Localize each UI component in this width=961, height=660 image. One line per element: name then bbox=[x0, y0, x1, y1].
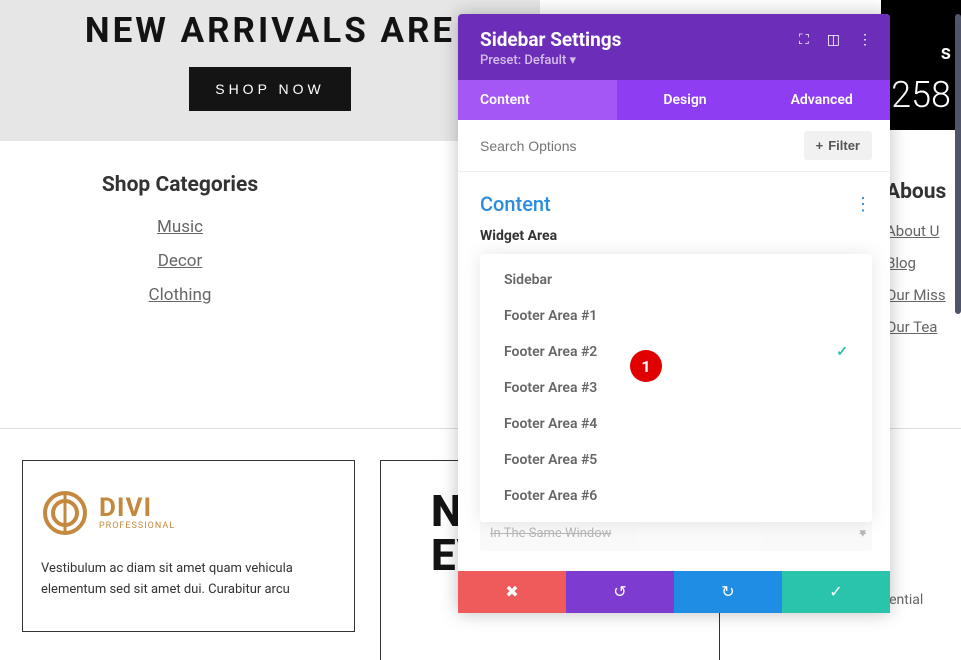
right-number: 258 bbox=[891, 74, 951, 116]
expand-icon[interactable]: ⛶ bbox=[799, 32, 809, 48]
footer-column-1: DIVI PROFESSIONAL Vestibulum ac diam sit… bbox=[22, 460, 355, 632]
right-s: s bbox=[941, 40, 951, 64]
about-link[interactable]: Our Miss bbox=[886, 286, 961, 304]
search-input[interactable] bbox=[480, 138, 804, 154]
tab-design[interactable]: Design bbox=[617, 80, 754, 120]
widget-area-dropdown: Sidebar Footer Area #1 Footer Area #2✓ F… bbox=[480, 254, 872, 522]
scrollbar[interactable] bbox=[955, 14, 961, 314]
shop-categories-title: Shop Categories bbox=[0, 173, 360, 197]
redo-icon: ↻ bbox=[721, 582, 734, 602]
dropdown-option[interactable]: Footer Area #4 bbox=[480, 406, 872, 442]
sidebar-settings-modal: Sidebar Settings Preset: Default ▾ ⛶ ◫ ⋮… bbox=[458, 14, 890, 613]
undo-icon: ↺ bbox=[613, 582, 626, 602]
shop-now-button[interactable]: SHOP NOW bbox=[189, 67, 351, 111]
dropdown-option[interactable]: Sidebar bbox=[480, 262, 872, 298]
redo-button[interactable]: ↻ bbox=[674, 571, 782, 613]
layout-icon[interactable]: ◫ bbox=[827, 32, 840, 48]
cancel-button[interactable]: ✖ bbox=[458, 571, 566, 613]
dropdown-option[interactable]: Footer Area #6 bbox=[480, 478, 872, 514]
logo-sub-text: PROFESSIONAL bbox=[99, 521, 175, 531]
category-link[interactable]: Decor bbox=[0, 251, 360, 271]
modal-title: Sidebar Settings bbox=[480, 28, 621, 51]
close-icon: ✖ bbox=[505, 582, 518, 602]
section-options-icon[interactable]: ⋮ bbox=[854, 194, 872, 215]
widget-area-label: Widget Area bbox=[480, 228, 872, 244]
category-link[interactable]: Clothing bbox=[0, 285, 360, 305]
tab-content[interactable]: Content bbox=[458, 80, 617, 120]
annotation-badge: 1 bbox=[630, 350, 662, 382]
shop-categories: Shop Categories Music Decor Clothing bbox=[0, 151, 360, 305]
check-icon: ✓ bbox=[829, 582, 842, 602]
dropdown-option[interactable]: Footer Area #5 bbox=[480, 442, 872, 478]
link-target-select[interactable]: In The Same Window ▾ bbox=[480, 518, 872, 551]
divi-logo: DIVI PROFESSIONAL bbox=[41, 489, 336, 537]
category-link[interactable]: Music bbox=[0, 217, 360, 237]
more-icon[interactable]: ⋮ bbox=[858, 32, 872, 48]
plus-icon: + bbox=[816, 138, 824, 153]
tab-advanced[interactable]: Advanced bbox=[753, 80, 890, 120]
save-button[interactable]: ✓ bbox=[782, 571, 890, 613]
section-title[interactable]: Content bbox=[480, 192, 551, 216]
logo-main-text: DIVI bbox=[99, 495, 175, 521]
dropdown-option[interactable]: Footer Area #1 bbox=[480, 298, 872, 334]
about-title: Abous bbox=[886, 180, 961, 204]
search-bar: +Filter bbox=[458, 120, 890, 172]
dropdown-option[interactable]: Footer Area #3 bbox=[480, 370, 872, 406]
undo-button[interactable]: ↺ bbox=[566, 571, 674, 613]
chevron-down-icon: ▾ bbox=[859, 526, 866, 541]
about-link[interactable]: Our Tea bbox=[886, 318, 961, 336]
dropdown-option[interactable]: Footer Area #2✓ bbox=[480, 334, 872, 370]
about-link[interactable]: About U bbox=[886, 222, 961, 240]
check-icon: ✓ bbox=[836, 344, 848, 360]
about-section: Abous About U Blog Our Miss Our Tea bbox=[886, 180, 961, 350]
modal-tabs: Content Design Advanced bbox=[458, 80, 890, 120]
about-link[interactable]: Blog bbox=[886, 254, 961, 272]
modal-footer: ✖ ↺ ↻ ✓ bbox=[458, 571, 890, 613]
divi-logo-icon bbox=[41, 489, 89, 537]
modal-body: Content ⋮ Widget Area Sidebar Footer Are… bbox=[458, 172, 890, 551]
right-panel: s 258 bbox=[881, 0, 961, 130]
modal-header: Sidebar Settings Preset: Default ▾ ⛶ ◫ ⋮ bbox=[458, 14, 890, 80]
filter-button[interactable]: +Filter bbox=[804, 131, 872, 160]
preset-selector[interactable]: Preset: Default ▾ bbox=[480, 53, 621, 68]
footer-description: Vestibulum ac diam sit amet quam vehicul… bbox=[41, 559, 336, 601]
